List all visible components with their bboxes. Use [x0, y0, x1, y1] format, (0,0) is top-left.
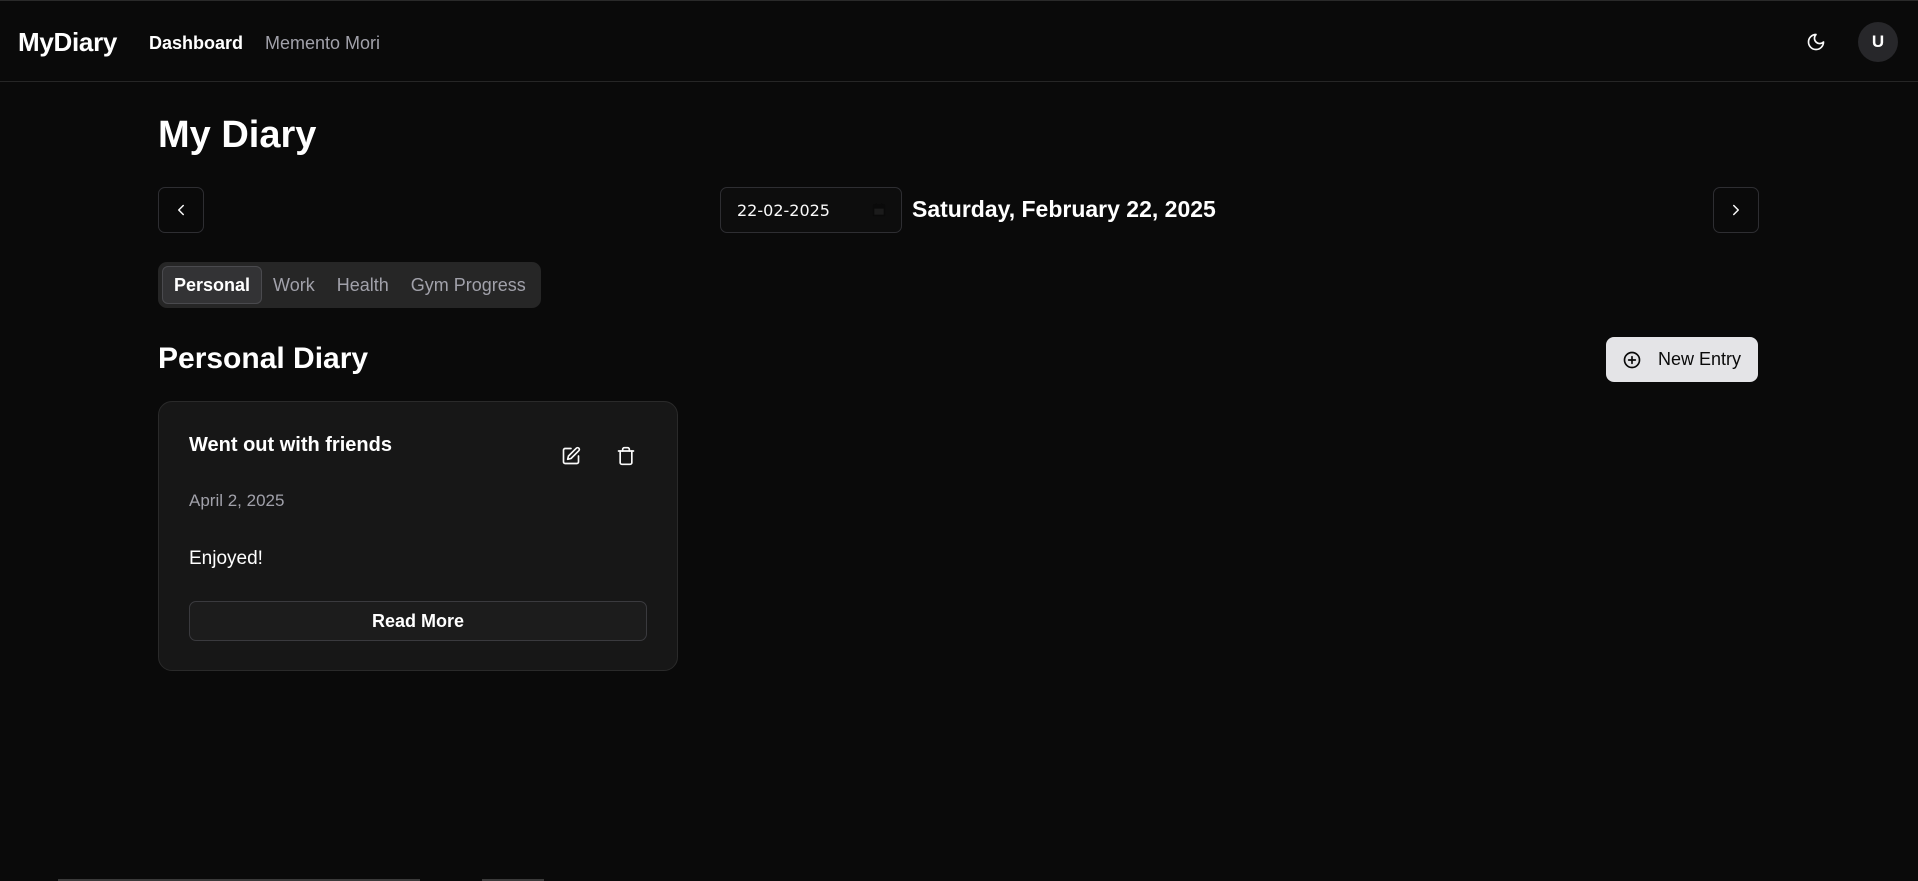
delete-entry-button[interactable]	[609, 439, 643, 473]
brand-logo[interactable]: MyDiary	[18, 27, 117, 58]
next-day-button[interactable]	[1713, 187, 1759, 233]
chevron-left-icon	[178, 204, 184, 216]
entry-date: April 2, 2025	[189, 491, 285, 510]
date-picker-input[interactable]: 22-02-2025	[720, 187, 902, 233]
new-entry-label: New Entry	[1658, 349, 1742, 369]
category-tabs: Personal Work Health Gym Progress	[158, 262, 541, 308]
chevron-right-icon	[1733, 204, 1739, 216]
moon-icon	[1807, 33, 1825, 51]
nav-link-dashboard[interactable]: Dashboard	[149, 33, 243, 54]
tab-work[interactable]: Work	[262, 266, 326, 304]
user-avatar[interactable]: U	[1858, 22, 1898, 62]
read-more-button[interactable]: Read More	[189, 601, 647, 641]
entry-title: Went out with friends	[189, 434, 392, 456]
calendar-icon[interactable]	[871, 202, 887, 218]
nav-link-memento-mori[interactable]: Memento Mori	[265, 33, 380, 54]
edit-icon	[562, 446, 581, 465]
trash-icon	[617, 446, 635, 466]
previous-day-button[interactable]	[158, 187, 204, 233]
date-input-value: 22-02-2025	[737, 200, 830, 220]
current-date-label: Saturday, February 22, 2025	[912, 196, 1216, 222]
tab-health[interactable]: Health	[326, 266, 400, 304]
theme-toggle-button[interactable]	[1798, 24, 1834, 60]
tab-personal[interactable]: Personal	[162, 266, 263, 304]
tab-gym-progress[interactable]: Gym Progress	[400, 266, 537, 304]
top-navbar: MyDiary Dashboard Memento Mori U	[0, 0, 1918, 82]
new-entry-button[interactable]: New Entry	[1606, 337, 1758, 382]
entry-body: Enjoyed!	[189, 548, 263, 569]
plus-circle-icon	[1623, 351, 1641, 368]
horizontal-scrollbar[interactable]	[0, 877, 1918, 881]
edit-entry-button[interactable]	[554, 439, 588, 473]
diary-entry-card: Went out with friends April 2, 2025 Enjo…	[158, 401, 678, 671]
section-title: Personal Diary	[158, 342, 369, 375]
page-title: My Diary	[158, 114, 317, 156]
